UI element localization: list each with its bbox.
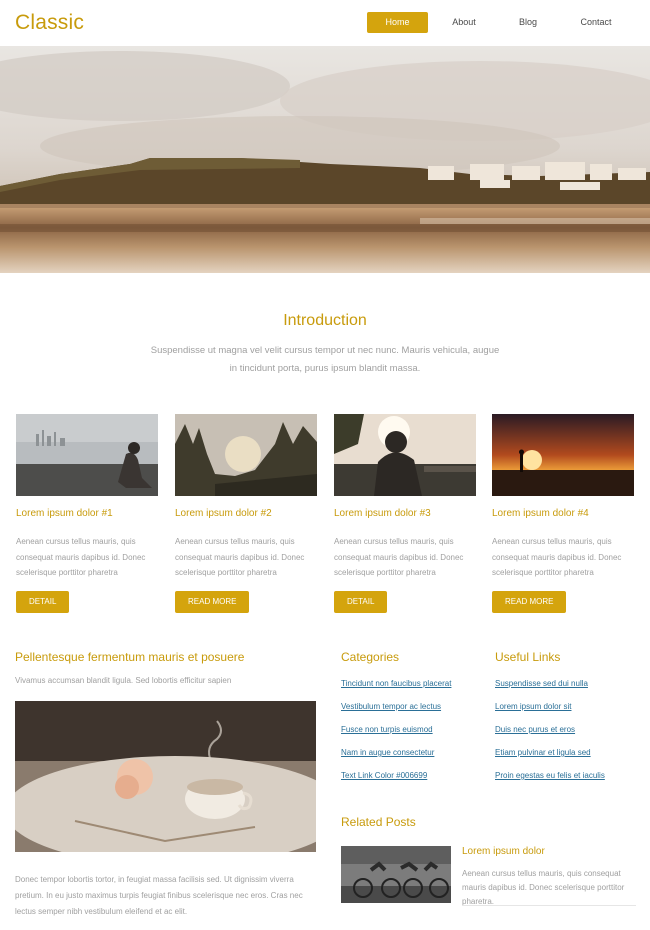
list-item: Tincidunt non faucibus placerat: [341, 679, 451, 702]
category-link[interactable]: Nam in augue consectetur: [341, 748, 434, 757]
related-posts-title: Related Posts: [341, 815, 416, 829]
feature-title: Pellentesque fermentum mauris et posuere: [15, 650, 245, 664]
hero-image: [0, 46, 650, 273]
category-link[interactable]: Text Link Color #006699: [341, 771, 427, 780]
card-title[interactable]: Lorem ipsum dolor #3: [334, 508, 476, 522]
useful-link[interactable]: Proin egestas eu felis et iaculis: [495, 771, 605, 780]
intro-title: Introduction: [283, 312, 367, 329]
divider: [462, 905, 636, 906]
useful-link[interactable]: Lorem ipsum dolor sit: [495, 702, 571, 711]
nav-blog[interactable]: Blog: [505, 12, 551, 33]
card-image-surfer-sunset[interactable]: [492, 414, 634, 496]
category-link[interactable]: Vestibulum tempor ac lectus: [341, 702, 441, 711]
categories-list: Tincidunt non faucibus placerat Vestibul…: [341, 679, 451, 794]
card-image-beach-city[interactable]: [16, 414, 158, 496]
card-title[interactable]: Lorem ipsum dolor #4: [492, 508, 634, 522]
list-item: Proin egestas eu felis et iaculis: [495, 771, 605, 794]
detail-button[interactable]: DETAIL: [334, 590, 388, 613]
useful-links-title: Useful Links: [495, 650, 561, 664]
useful-links-list: Suspendisse sed dui nulla Lorem ipsum do…: [495, 679, 605, 794]
list-item: Vestibulum tempor ac lectus: [341, 702, 451, 725]
useful-link[interactable]: Duis nec purus et eros: [495, 725, 575, 734]
feature-card: Lorem ipsum dolor #3 Aenean cursus tellu…: [334, 414, 476, 613]
read-more-button[interactable]: READ MORE: [492, 590, 567, 613]
detail-button[interactable]: DETAIL: [16, 590, 70, 613]
feature-card: Lorem ipsum dolor #1 Aenean cursus tellu…: [16, 414, 158, 613]
nav-contact[interactable]: Contact: [569, 12, 623, 33]
card-title[interactable]: Lorem ipsum dolor #2: [175, 508, 317, 522]
site-logo[interactable]: Classic: [15, 11, 84, 35]
feature-card: Lorem ipsum dolor #4 Aenean cursus tellu…: [492, 414, 634, 613]
feature-text: Donec tempor lobortis tortor, in feugiat…: [15, 875, 303, 916]
card-text: Aenean cursus tellus mauris, quis conseq…: [334, 537, 464, 577]
card-image-forest-sunset[interactable]: [175, 414, 317, 496]
card-text: Aenean cursus tellus mauris, quis conseq…: [492, 537, 622, 577]
useful-link[interactable]: Etiam pulvinar et ligula sed: [495, 748, 591, 757]
list-item: Nam in augue consectetur: [341, 748, 451, 771]
category-link[interactable]: Tincidunt non faucibus placerat: [341, 679, 451, 688]
card-image-man-silhouette[interactable]: [334, 414, 476, 496]
list-item: Duis nec purus et eros: [495, 725, 605, 748]
related-post-text: Aenean cursus tellus mauris, quis conseq…: [462, 869, 625, 906]
list-item: Text Link Color #006699: [341, 771, 451, 794]
card-text: Aenean cursus tellus mauris, quis conseq…: [16, 537, 146, 577]
read-more-button[interactable]: READ MORE: [175, 590, 250, 613]
category-link[interactable]: Fusce non turpis euismod: [341, 725, 433, 734]
related-post-image[interactable]: [341, 846, 451, 903]
list-item: Fusce non turpis euismod: [341, 725, 451, 748]
related-post-title[interactable]: Lorem ipsum dolor: [462, 846, 545, 857]
card-title[interactable]: Lorem ipsum dolor #1: [16, 508, 158, 522]
feature-image-coffee: [15, 701, 316, 852]
intro-text: Suspendisse ut magna vel velit cursus te…: [150, 345, 500, 374]
nav-home[interactable]: Home: [367, 12, 428, 33]
feature-subtitle: Vivamus accumsan blandit ligula. Sed lob…: [15, 676, 232, 685]
categories-title: Categories: [341, 650, 400, 664]
list-item: Suspendisse sed dui nulla: [495, 679, 605, 702]
feature-card: Lorem ipsum dolor #2 Aenean cursus tellu…: [175, 414, 317, 613]
list-item: Etiam pulvinar et ligula sed: [495, 748, 605, 771]
useful-link[interactable]: Suspendisse sed dui nulla: [495, 679, 588, 688]
nav-about[interactable]: About: [440, 12, 488, 33]
site-header: Classic Home About Blog Contact: [0, 0, 650, 46]
card-text: Aenean cursus tellus mauris, quis conseq…: [175, 537, 305, 577]
list-item: Lorem ipsum dolor sit: [495, 702, 605, 725]
